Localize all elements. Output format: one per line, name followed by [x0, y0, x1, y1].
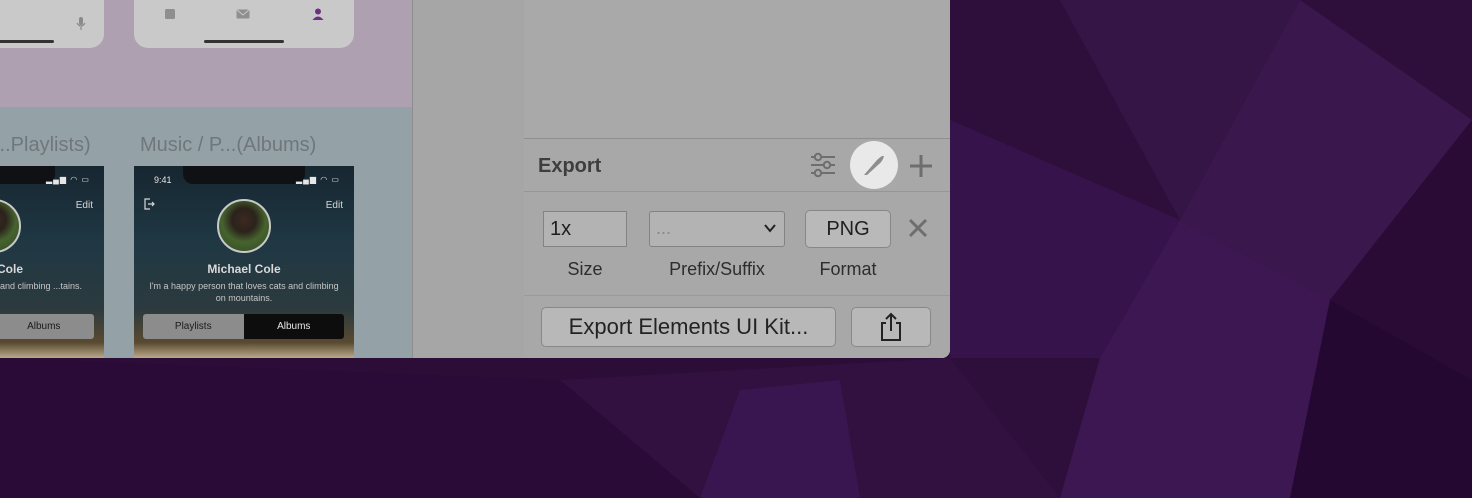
status-icons: ▂▄▆ ◠ ▭: [296, 175, 340, 184]
profile-name: Michael Cole: [207, 262, 281, 276]
slice-button[interactable]: [850, 141, 898, 189]
inspector-empty-area: [524, 0, 950, 139]
scroll-gutter: [412, 0, 525, 358]
design-canvas[interactable]: ...Playlists) ▂▄▆ ◠ ▭ Edit l Cole ...lov…: [0, 0, 412, 358]
microphone-icon: [76, 17, 86, 30]
knife-slice-icon: [864, 155, 884, 175]
profile-tab-icon: [312, 8, 324, 20]
export-settings-icon[interactable]: [809, 152, 837, 178]
inspector-panel: Export 1x ... PNG Size Prefix/Suffix For…: [524, 0, 950, 358]
segmented-control[interactable]: Albums: [0, 314, 94, 339]
status-icons: ▂▄▆ ◠ ▭: [46, 175, 90, 184]
mail-tab-icon: [236, 9, 250, 19]
edit-link[interactable]: Edit: [76, 200, 93, 211]
profile-bio: I'm a happy person that loves cats and c…: [149, 281, 339, 303]
status-time: 9:41: [154, 175, 172, 185]
avatar: [0, 199, 21, 253]
artboard-profile-playlists[interactable]: ▂▄▆ ◠ ▭ Edit l Cole ...loves cats and cl…: [0, 166, 104, 358]
segment-playlists[interactable]: Playlists: [143, 314, 244, 339]
avatar: [217, 199, 271, 253]
document-tab-icon: [165, 9, 175, 19]
segmented-control[interactable]: Playlists Albums: [143, 314, 344, 339]
artboard-title[interactable]: Music / P...(Albums): [140, 134, 316, 157]
edit-link[interactable]: Edit: [326, 200, 343, 211]
chevron-down-icon: [764, 224, 776, 233]
size-input[interactable]: 1x: [543, 211, 627, 247]
artboard-preview-top-left[interactable]: [0, 0, 104, 48]
artboard-title[interactable]: ...Playlists): [0, 134, 91, 157]
remove-export-icon[interactable]: [906, 216, 930, 240]
phone-notch: [183, 166, 305, 184]
app-window: ...Playlists) ▂▄▆ ◠ ▭ Edit l Cole ...lov…: [0, 0, 950, 358]
profile-bio: ...loves cats and climbing ...tains.: [0, 281, 82, 291]
size-label: Size: [567, 259, 603, 279]
home-indicator: [204, 40, 284, 43]
export-title: Export: [538, 155, 602, 177]
prefix-suffix-select[interactable]: ...: [649, 211, 785, 247]
share-button[interactable]: [851, 307, 931, 347]
home-indicator: [0, 40, 54, 43]
segment-albums[interactable]: Albums: [243, 314, 344, 339]
format-label: Format: [819, 259, 877, 279]
format-button[interactable]: PNG: [805, 210, 891, 248]
artboard-preview-top-right[interactable]: [134, 0, 354, 48]
divider: [524, 295, 950, 296]
prefix-suffix-value: ...: [656, 218, 672, 238]
share-icon: [881, 312, 901, 341]
prefix-suffix-label: Prefix/Suffix: [669, 259, 765, 279]
profile-name: l Cole: [0, 262, 23, 276]
add-export-icon[interactable]: [908, 153, 934, 179]
segment-albums[interactable]: Albums: [0, 314, 94, 339]
export-elements-button[interactable]: Export Elements UI Kit...: [541, 307, 836, 347]
artboard-profile-albums[interactable]: 9:41 ▂▄▆ ◠ ▭ Edit Michael Cole I'm a hap…: [134, 166, 354, 358]
logout-icon[interactable]: [143, 198, 155, 210]
